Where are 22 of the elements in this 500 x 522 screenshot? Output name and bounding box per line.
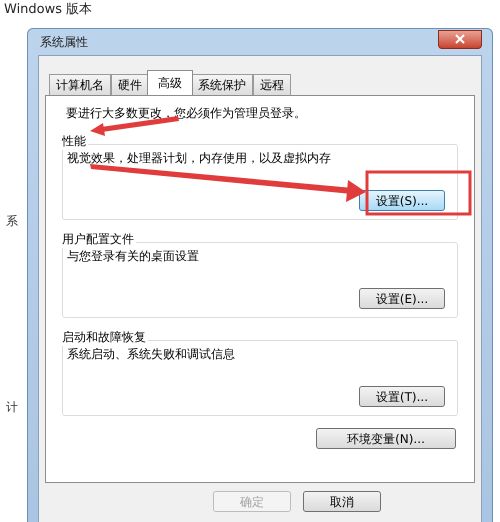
group-description: 视觉效果，处理器计划，内存使用，以及虚拟内存 [67,150,332,167]
tab[interactable]: 远程 [253,74,291,95]
dialog-button[interactable]: 取消 [303,491,381,512]
tab[interactable]: 硬件 [111,74,149,95]
close-icon [455,34,465,44]
tab[interactable]: 系统保护 [191,74,253,95]
window-title: 系统属性 [39,34,88,51]
close-button[interactable] [438,30,482,48]
tab[interactable]: 计算机名 [49,74,111,95]
settings-button[interactable]: 设置(T)... [359,386,445,407]
group-description: 与您登录有关的桌面设置 [67,248,200,265]
background-label: 计 [6,399,18,416]
settings-button[interactable]: 设置(E)... [359,288,445,309]
group-description: 系统启动、系统失败和调试信息 [67,346,236,363]
group-title: 用户配置文件 [62,230,136,248]
page-heading: Windows 版本 [4,1,92,19]
tab[interactable]: 高级 [147,70,193,95]
group-title: 启动和故障恢复 [62,328,148,346]
group-title: 性能 [62,132,88,150]
settings-button[interactable]: 设置(S)... [359,190,445,211]
background-label: 系 [6,213,18,230]
environment-variables-button[interactable]: 环境变量(N)... [316,428,456,449]
